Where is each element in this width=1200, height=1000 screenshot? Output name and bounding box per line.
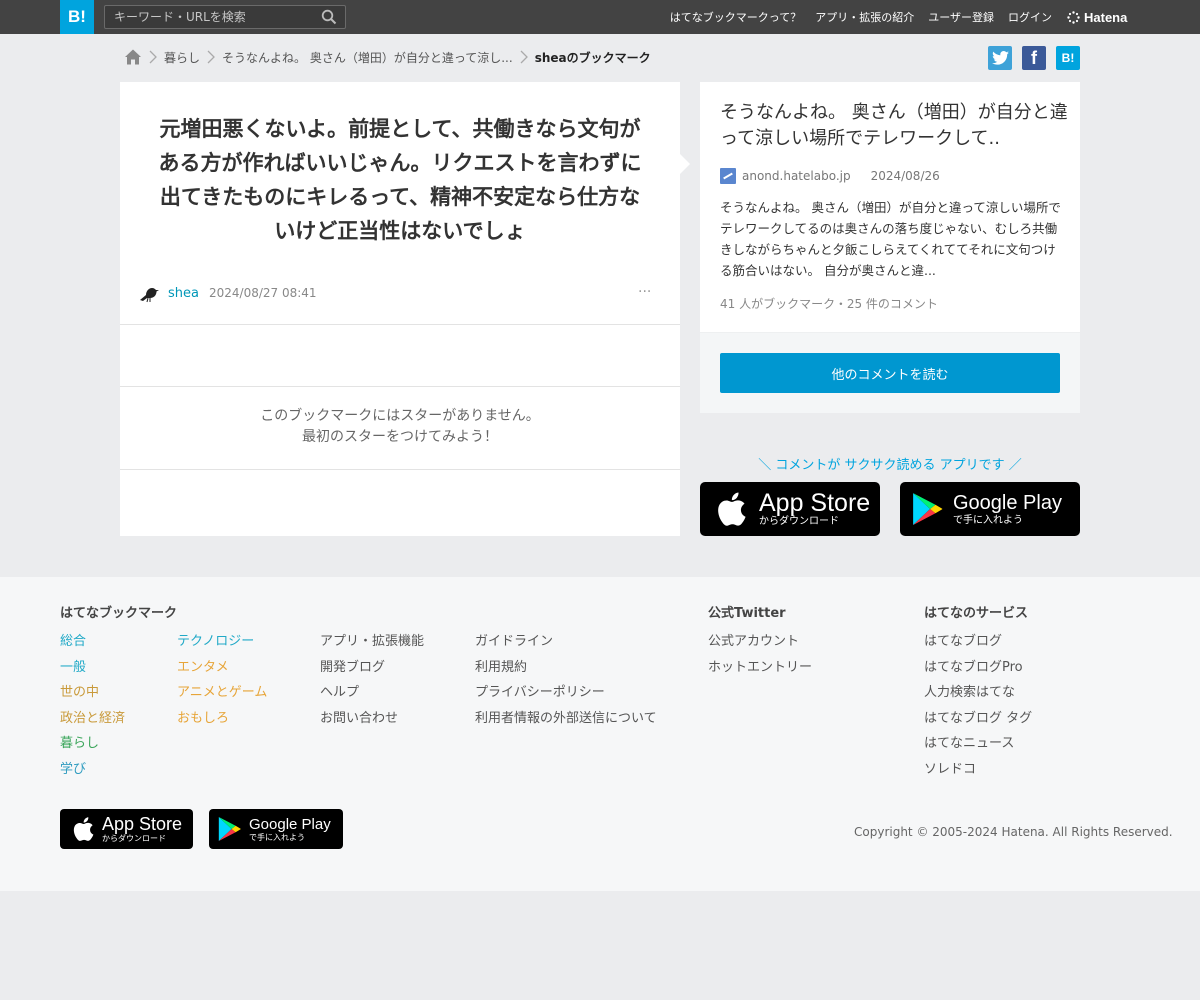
- footer-link[interactable]: 公式アカウント: [708, 629, 812, 655]
- app-store-subtitle: からダウンロード: [759, 516, 839, 527]
- footer-link[interactable]: ガイドライン: [475, 629, 657, 655]
- footer-category-link[interactable]: 一般: [60, 655, 125, 681]
- footer-link[interactable]: はてなブログ タグ: [924, 706, 1032, 732]
- entry-stats[interactable]: 41 人がブックマーク・25 件のコメント: [720, 295, 938, 312]
- footer-google-play-subtitle: で手に入れよう: [249, 833, 305, 842]
- footer-link[interactable]: 利用者情報の外部送信について: [475, 706, 657, 732]
- top-bar: B! はてなブックマークって？ アプリ・拡張の紹介 ユーザー登録 ログイン Ha…: [0, 0, 1200, 34]
- hatena-brand-label: Hatena: [1084, 9, 1128, 25]
- footer-link[interactable]: ソレドコ: [924, 757, 1032, 783]
- footer-category-link[interactable]: 学び: [60, 757, 125, 783]
- footer-link[interactable]: 人力検索はてな: [924, 680, 1032, 706]
- entry-meta: anond.hatelabo.jp 2024/08/26: [720, 167, 940, 185]
- footer-link[interactable]: プライバシーポリシー: [475, 680, 657, 706]
- google-play-title: Google Play: [953, 492, 1062, 514]
- hatena-bookmark-share-button[interactable]: B!: [1056, 46, 1080, 70]
- footer-category-link[interactable]: 総合: [60, 629, 125, 655]
- bookmark-datetime: 2024/08/27 08:41: [208, 286, 317, 300]
- chevron-right-icon: [513, 48, 535, 66]
- hatena-brand-link[interactable]: Hatena: [1067, 9, 1127, 25]
- copyright: Copyright © 2005-2024 Hatena. All Rights…: [854, 825, 1173, 839]
- twitter-share-button[interactable]: [988, 46, 1012, 70]
- footer-twitter-links: 公式アカウント ホットエントリー: [708, 629, 812, 680]
- footer-links-col3: アプリ・拡張機能 開発ブログ ヘルプ お問い合わせ: [320, 629, 424, 731]
- footer-google-play-title: Google Play: [249, 816, 331, 833]
- app-store-badge[interactable]: App Store からダウンロード: [700, 482, 880, 536]
- footer-google-play-badge[interactable]: Google Play で手に入れよう: [209, 809, 343, 849]
- no-star-message: このブックマークにはスターがありません。 最初のスターをつけてみよう！: [120, 406, 680, 448]
- hatena-bookmark-logo[interactable]: B!: [60, 0, 94, 34]
- footer-link[interactable]: 利用規約: [475, 655, 657, 681]
- footer-link[interactable]: 開発ブログ: [320, 655, 424, 681]
- chevron-right-icon: [142, 48, 164, 66]
- no-star-line-1: このブックマークにはスターがありません。: [260, 408, 540, 424]
- footer-link[interactable]: ホットエントリー: [708, 655, 812, 681]
- footer-category-link[interactable]: 政治と経済: [60, 706, 125, 732]
- entry-summary: そうなんよね。 奥さん（増田）が自分と違って涼しい場所でテレワークしてるのは奥さ…: [720, 200, 1061, 278]
- user-avatar-icon[interactable]: [138, 283, 160, 303]
- bookmark-comment: 元増田悪くないよ。前提として、共働きなら文句がある方が作ればいいじゃん。リクエス…: [158, 117, 642, 243]
- card-pointer: [680, 154, 690, 174]
- footer-link[interactable]: ヘルプ: [320, 680, 424, 706]
- footer-link[interactable]: はてなブログ: [924, 629, 1032, 655]
- footer-link[interactable]: アプリ・拡張機能: [320, 629, 424, 655]
- search-icon[interactable]: [321, 9, 337, 25]
- no-star-line-2: 最初のスターをつけてみよう！: [302, 429, 498, 445]
- search-box: [104, 5, 346, 29]
- bookmark-username[interactable]: shea: [168, 286, 199, 301]
- nav-register[interactable]: ユーザー登録: [928, 9, 994, 25]
- nav-login[interactable]: ログイン: [1008, 9, 1052, 25]
- footer-category-link[interactable]: 世の中: [60, 680, 125, 706]
- footer-links-col4: ガイドライン 利用規約 プライバシーポリシー 利用者情報の外部送信について: [475, 629, 657, 731]
- entry-title[interactable]: そうなんよね。 奥さん（増田）が自分と違って涼しい場所でテレワークして..: [720, 100, 1070, 152]
- google-play-badge[interactable]: Google Play で手に入れよう: [900, 482, 1080, 536]
- app-store-title: App Store: [759, 489, 871, 517]
- nav-apps[interactable]: アプリ・拡張の紹介: [815, 9, 914, 25]
- footer-twitter-heading: 公式Twitter: [708, 606, 786, 621]
- footer-category-link[interactable]: エンタメ: [177, 655, 267, 681]
- footer-services-links: はてなブログ はてなブログPro 人力検索はてな はてなブログ タグ はてなニュ…: [924, 629, 1032, 783]
- google-play-subtitle: で手に入れよう: [953, 515, 1023, 526]
- footer-services-heading: はてなのサービス: [924, 606, 1029, 621]
- footer-categories-col1: 総合 一般 世の中 政治と経済 暮らし 学び: [60, 629, 125, 783]
- divider: [120, 386, 680, 387]
- entry-domain[interactable]: anond.hatelabo.jp: [742, 169, 851, 183]
- top-nav: はてなブックマークって？ アプリ・拡張の紹介 ユーザー登録 ログイン: [670, 0, 1052, 34]
- breadcrumb-current: sheaのブックマーク: [534, 50, 651, 65]
- apple-icon: [718, 492, 746, 526]
- divider: [120, 324, 680, 325]
- breadcrumb-entry[interactable]: そうなんよね。 奥さん（増田）が自分と違って涼し...: [222, 49, 513, 66]
- nav-about[interactable]: はてなブックマークって？: [670, 9, 801, 25]
- twitter-bird-icon: [991, 51, 1009, 65]
- chevron-right-icon: [200, 48, 222, 66]
- footer-category-link[interactable]: おもしろ: [177, 706, 267, 732]
- google-play-icon: [218, 817, 241, 841]
- footer-app-store-subtitle: からダウンロード: [102, 834, 166, 843]
- footer-link[interactable]: はてなブログPro: [924, 655, 1032, 681]
- footer-app-store-badge[interactable]: App Store からダウンロード: [60, 809, 193, 849]
- more-options-icon[interactable]: ···: [638, 284, 651, 300]
- footer-link[interactable]: お問い合わせ: [320, 706, 424, 732]
- footer-category-link[interactable]: テクノロジー: [177, 629, 267, 655]
- footer-link[interactable]: はてなニュース: [924, 731, 1032, 757]
- footer-bookmark-heading: はてなブックマーク: [60, 606, 178, 621]
- app-promo-text: ＼ コメントが サクサク読める アプリです ／: [758, 458, 1022, 473]
- footer-category-link[interactable]: 暮らし: [60, 731, 125, 757]
- facebook-share-button[interactable]: f: [1022, 46, 1046, 70]
- read-other-comments-button[interactable]: 他のコメントを読む: [720, 353, 1060, 393]
- hatena-dots-icon: [1067, 10, 1080, 24]
- divider: [120, 469, 680, 470]
- breadcrumb: 暮らし そうなんよね。 奥さん（増田）が自分と違って涼し... sheaのブック…: [124, 47, 651, 67]
- home-icon[interactable]: [124, 48, 142, 66]
- apple-icon: [73, 817, 94, 841]
- search-input[interactable]: [105, 6, 315, 28]
- breadcrumb-category[interactable]: 暮らし: [164, 49, 200, 66]
- site-favicon-icon: [720, 168, 736, 184]
- footer-app-store-title: App Store: [102, 814, 183, 834]
- google-play-icon: [913, 493, 943, 525]
- entry-date: 2024/08/26: [870, 169, 940, 183]
- footer-categories-col2: テクノロジー エンタメ アニメとゲーム おもしろ: [177, 629, 267, 731]
- footer-category-link[interactable]: アニメとゲーム: [177, 680, 267, 706]
- bookmark-user-row: shea 2024/08/27 08:41: [138, 282, 658, 304]
